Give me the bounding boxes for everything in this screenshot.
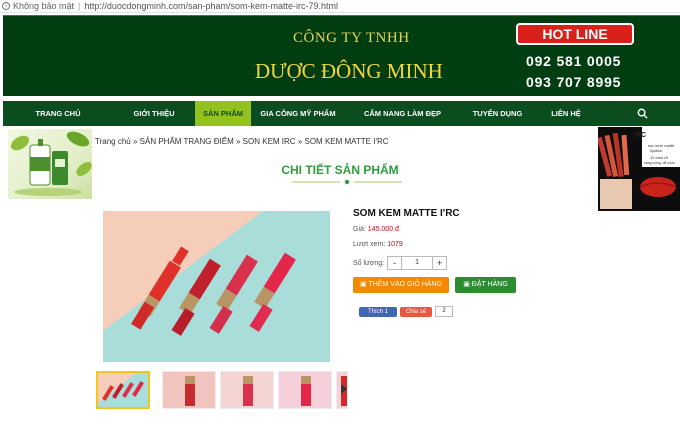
quantity-input[interactable]: 1 [402, 256, 433, 270]
cart-icon: ▣ [360, 281, 367, 288]
ad-brand: IRC [634, 132, 646, 139]
quantity-row: Số lượng: - 1 + [353, 256, 448, 270]
order-label: ĐẶT HÀNG [471, 281, 508, 288]
nav-item-products[interactable]: SẢN PHẨM [195, 101, 251, 126]
views-row: Lượt xem: 1079 [353, 241, 403, 248]
thumbnail-strip [96, 371, 352, 409]
order-button[interactable]: ▣ ĐẶT HÀNG [455, 277, 516, 293]
breadcrumb-separator: » [132, 137, 138, 146]
lipstick-ad-image: IRC son kem matte lipstick 10 cam rã san… [598, 127, 680, 211]
share-button[interactable]: Chia sẻ [400, 307, 432, 317]
nav-item-careers[interactable]: TUYỂN DỤNG [460, 101, 535, 126]
browser-address-bar[interactable]: i Không bảo mật | http://duocdongminh.co… [0, 0, 680, 13]
security-status: Không bảo mật [13, 1, 75, 11]
chevron-right-icon[interactable] [340, 384, 348, 394]
page-title: CHI TIẾT SẢN PHẨM [281, 163, 399, 177]
breadcrumb-current[interactable]: SOM KEM MATTE I'RC [305, 137, 389, 146]
company-type: CÔNG TY TNHH [293, 30, 410, 46]
price-label: Giá: [353, 226, 366, 233]
product-main-image[interactable] [103, 211, 330, 362]
hotline-badge: HOT LINE [516, 23, 634, 45]
views-value: 1079 [387, 241, 403, 248]
quantity-label: Số lượng: [353, 259, 385, 267]
url-separator: | [78, 1, 81, 11]
price-row: Giá: 145.000 đ [353, 226, 399, 233]
quantity-increase-button[interactable]: + [432, 256, 448, 270]
cart-icon: ▣ [463, 281, 470, 288]
add-to-cart-button[interactable]: ▣ THÊM VÀO GIỎ HÀNG [353, 277, 449, 293]
lipstick-product-photo [103, 211, 330, 362]
breadcrumb-separator: » [235, 137, 241, 146]
title-divider [292, 179, 402, 185]
thumbnail-2[interactable] [162, 371, 216, 409]
site-header: CÔNG TY TNHH DƯỢC ĐÔNG MINH HOT LINE 092… [3, 15, 680, 96]
nav-item-manufacturing[interactable]: GIA CÔNG MỸ PHẨM [251, 101, 345, 126]
thumbnail-1[interactable] [96, 371, 150, 409]
search-icon[interactable] [637, 108, 648, 119]
breadcrumb: Trang chủ » SẢN PHẨM TRANG ĐIỂM » SON KE… [95, 137, 389, 146]
main-nav: TRANG CHỦ GIỚI THIỆU SẢN PHẨM GIA CÔNG M… [3, 101, 680, 126]
hotline-phone-2[interactable]: 093 707 8995 [526, 74, 621, 90]
quantity-stepper: - 1 + [387, 256, 448, 270]
nav-item-home[interactable]: TRANG CHỦ [3, 101, 113, 126]
ad-line-2: lipstick [650, 148, 662, 153]
info-icon[interactable]: i [2, 2, 10, 10]
nav-item-beauty-guide[interactable]: CẨM NANG LÀM ĐẸP [345, 101, 460, 126]
company-name[interactable]: DƯỢC ĐÔNG MINH [255, 59, 443, 84]
quantity-decrease-button[interactable]: - [387, 256, 403, 270]
price-value: 145.000 đ [367, 226, 399, 233]
url-text[interactable]: http://duocdongminh.com/san-pham/som-kem… [84, 1, 338, 11]
add-to-cart-label: THÊM VÀO GIỎ HÀNG [368, 281, 442, 288]
breadcrumb-makeup[interactable]: SẢN PHẨM TRANG ĐIỂM [140, 137, 234, 146]
thumbnail-4[interactable] [278, 371, 332, 409]
breadcrumb-home[interactable]: Trang chủ [95, 137, 131, 146]
breadcrumb-separator: » [297, 137, 303, 146]
share-count: 2 [435, 306, 453, 317]
hotline-phone-1[interactable]: 092 581 0005 [526, 53, 621, 69]
right-ad-banner[interactable]: IRC son kem matte lipstick 10 cam rã san… [598, 127, 680, 211]
thumbnail-3[interactable] [220, 371, 274, 409]
views-label: Lượt xem: [353, 241, 386, 248]
breadcrumb-son-kem[interactable]: SON KEM IRC [243, 137, 296, 146]
product-title: SOM KEM MATTE I'RC [353, 208, 460, 219]
facebook-like-button[interactable]: Thích 1 [359, 307, 397, 317]
nav-item-contact[interactable]: LIÊN HỆ [535, 101, 597, 126]
nav-item-about[interactable]: GIỚI THIỆU [113, 101, 195, 126]
ad-line-3: 10 cam rã [650, 155, 669, 160]
ad-line-4: sang trọng, dễ cuốn [644, 160, 675, 165]
